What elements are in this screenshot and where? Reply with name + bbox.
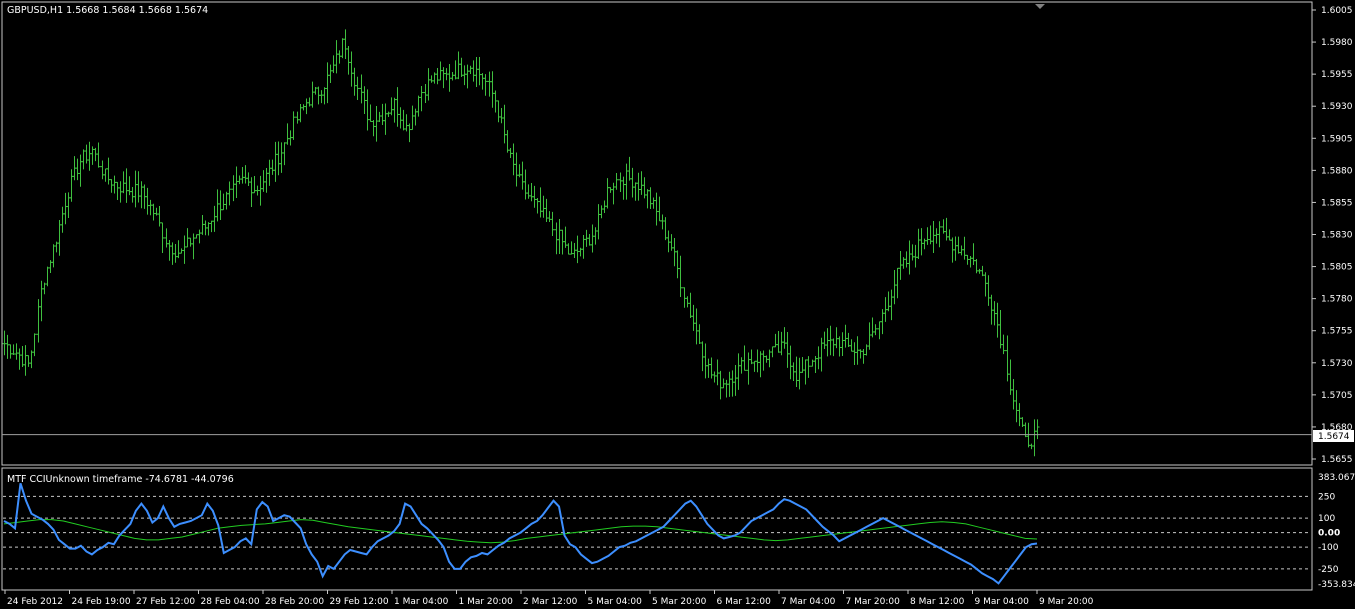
price-tick-label: 1.5755 <box>1321 327 1353 337</box>
time-tick-label: 9 Mar 04:00 <box>975 597 1030 607</box>
chart-window[interactable]: GBPUSD,H1 1.5668 1.5684 1.5668 1.5674 1.… <box>0 0 1355 609</box>
time-tick-label: 6 Mar 12:00 <box>717 597 772 607</box>
time-tick-label: 9 Mar 20:00 <box>1039 597 1094 607</box>
svg-text:1.5674: 1.5674 <box>1318 432 1350 442</box>
time-tick-label: 29 Feb 12:00 <box>330 597 389 607</box>
price-tick-label: 1.5880 <box>1321 166 1353 176</box>
price-tick-label: 1.6005 <box>1321 6 1353 16</box>
price-axis: 1.6005 1.5980 1.5955 1.5930 1.5905 1.5880 1.58… <box>1312 6 1353 465</box>
price-tick-label: 1.5855 <box>1321 198 1353 208</box>
time-tick-label: 7 Mar 04:00 <box>781 597 836 607</box>
indicator-tick-label: 100 <box>1318 514 1335 524</box>
time-tick-label: 5 Mar 20:00 <box>652 597 707 607</box>
indicator-tick-label: -100 <box>1318 543 1339 553</box>
price-tag: 1.5674 <box>1313 430 1354 442</box>
price-tick-label: 1.5830 <box>1321 231 1353 241</box>
time-tick-label: 1 Mar 20:00 <box>459 597 514 607</box>
price-tick-label: 1.5655 <box>1321 455 1353 465</box>
indicator-axis: 383.0676 250 100 0.00 -100 -250 -353.834 <box>1318 473 1355 590</box>
indicator-tick-label: 383.0676 <box>1318 473 1355 483</box>
indicator-tick-label: -353.834 <box>1318 580 1355 590</box>
chart-title: GBPUSD,H1 1.5668 1.5684 1.5668 1.5674 <box>7 5 208 16</box>
indicator-tick-label: -250 <box>1318 565 1339 575</box>
time-tick-label: 1 Mar 04:00 <box>394 597 449 607</box>
price-panel[interactable]: GBPUSD,H1 1.5668 1.5684 1.5668 1.5674 <box>1 1 1313 466</box>
price-tick-label: 1.5705 <box>1321 391 1353 401</box>
indicator-tick-label: 0.00 <box>1318 529 1340 539</box>
price-tick-label: 1.5905 <box>1321 134 1353 144</box>
time-tick-label: 28 Feb 04:00 <box>201 597 260 607</box>
time-tick-label: 27 Feb 12:00 <box>136 597 195 607</box>
time-axis: 24 Feb 2012 24 Feb 19:00 27 Feb 12:00 28 Fe… <box>4 590 1094 607</box>
time-tick-label: 8 Mar 12:00 <box>910 597 965 607</box>
indicator-panel[interactable]: MTF CCIUnknown timeframe -74.6781 -44.07… <box>1 467 1313 591</box>
price-tick-label: 1.5780 <box>1321 295 1353 305</box>
time-tick-label: 24 Feb 2012 <box>7 597 63 607</box>
price-tick-label: 1.5980 <box>1321 38 1353 48</box>
price-tick-label: 1.5930 <box>1321 102 1353 112</box>
price-tick-label: 1.5955 <box>1321 70 1353 80</box>
time-tick-label: 5 Mar 04:00 <box>588 597 643 607</box>
time-tick-label: 2 Mar 12:00 <box>523 597 578 607</box>
time-tick-label: 28 Feb 20:00 <box>265 597 324 607</box>
indicator-tick-label: 250 <box>1318 492 1335 502</box>
price-tick-label: 1.5805 <box>1321 263 1353 273</box>
time-tick-label: 7 Mar 20:00 <box>846 597 901 607</box>
price-tick-label: 1.5730 <box>1321 359 1353 369</box>
indicator-title: MTF CCIUnknown timeframe -74.6781 -44.07… <box>7 474 234 485</box>
time-tick-label: 24 Feb 19:00 <box>72 597 131 607</box>
